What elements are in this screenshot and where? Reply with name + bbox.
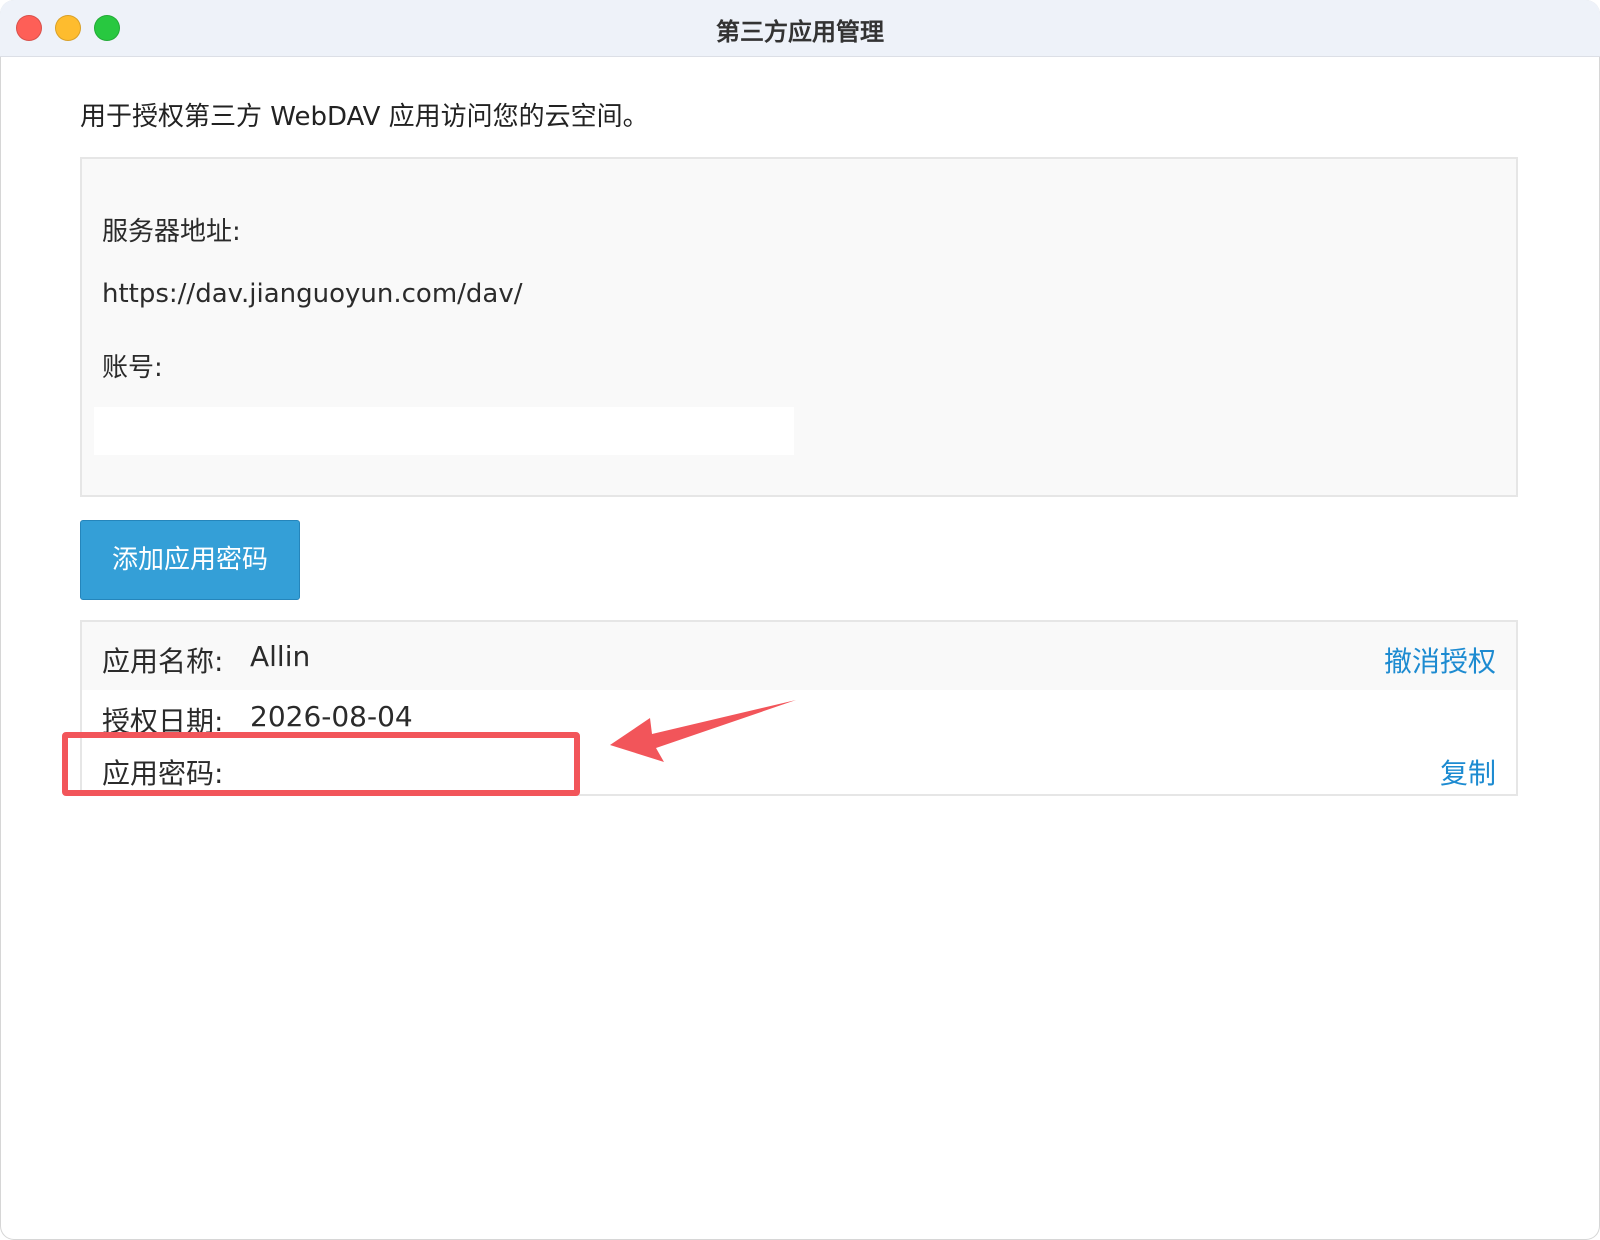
- server-info-panel: 服务器地址: https://dav.jianguoyun.com/dav/ 账…: [80, 157, 1518, 497]
- server-address-label: 服务器地址:: [102, 217, 241, 247]
- server-address-value: https://dav.jianguoyun.com/dav/: [102, 279, 523, 309]
- authorization-date-value: 2026-08-04: [250, 700, 413, 733]
- account-label: 账号:: [102, 353, 163, 383]
- app-name-value: Allin: [250, 640, 311, 673]
- account-value: [94, 407, 794, 455]
- annotation-highlight-box: [62, 732, 580, 796]
- app-window: 第三方应用管理 用于授权第三方 WebDAV 应用访问您的云空间。 服务器地址:…: [0, 0, 1600, 1240]
- add-app-password-button[interactable]: 添加应用密码: [80, 520, 300, 600]
- copy-password-link[interactable]: 复制: [1440, 752, 1496, 792]
- revoke-authorization-link[interactable]: 撤消授权: [1384, 640, 1496, 680]
- window-title: 第三方应用管理: [716, 18, 884, 46]
- intro-text: 用于授权第三方 WebDAV 应用访问您的云空间。: [80, 102, 649, 132]
- title-bar: 第三方应用管理: [0, 0, 1600, 57]
- app-name-label: 应用名称:: [102, 645, 224, 678]
